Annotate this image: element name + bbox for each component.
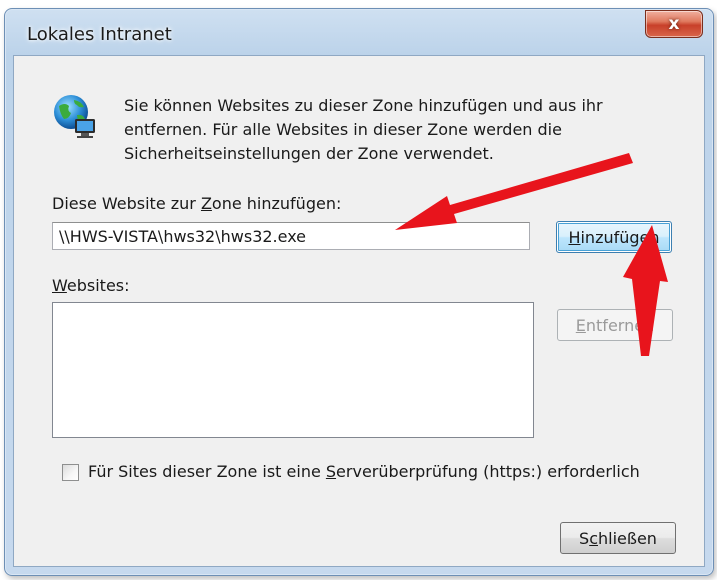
add-site-label: Diese Website zur Zone hinzufügen: <box>52 194 342 213</box>
https-required-label[interactable]: Für Sites dieser Zone ist eine Serverübe… <box>88 462 640 481</box>
https-required-checkbox[interactable] <box>62 464 79 481</box>
globe-computer-icon <box>54 95 95 138</box>
title-bar[interactable]: Lokales Intranet x <box>5 9 713 55</box>
website-input-value: \\HWS-VISTA\hws32\hws32.exe <box>59 226 307 246</box>
websites-label: Websites: <box>52 276 130 295</box>
website-input[interactable]: \\HWS-VISTA\hws32\hws32.exe <box>52 222 530 250</box>
websites-list[interactable] <box>52 302 534 438</box>
close-window-button[interactable]: x <box>645 10 703 38</box>
close-icon: x <box>668 14 680 34</box>
close-button[interactable]: Sc hließen <box>560 522 676 554</box>
zone-info-text: Sie können Websites zu dieser Zone hinzu… <box>124 96 603 163</box>
screenshot-root: Lokales Intranet x Sie können Websites z… <box>0 0 717 580</box>
dialog-client-area: Sie können Websites zu dieser Zone hinzu… <box>13 55 705 567</box>
remove-button[interactable]: Entfernen <box>557 309 673 341</box>
dialog-window: Lokales Intranet x Sie können Websites z… <box>4 8 714 576</box>
add-button[interactable]: Hinzufügen <box>556 221 672 253</box>
window-title: Lokales Intranet <box>27 24 172 45</box>
